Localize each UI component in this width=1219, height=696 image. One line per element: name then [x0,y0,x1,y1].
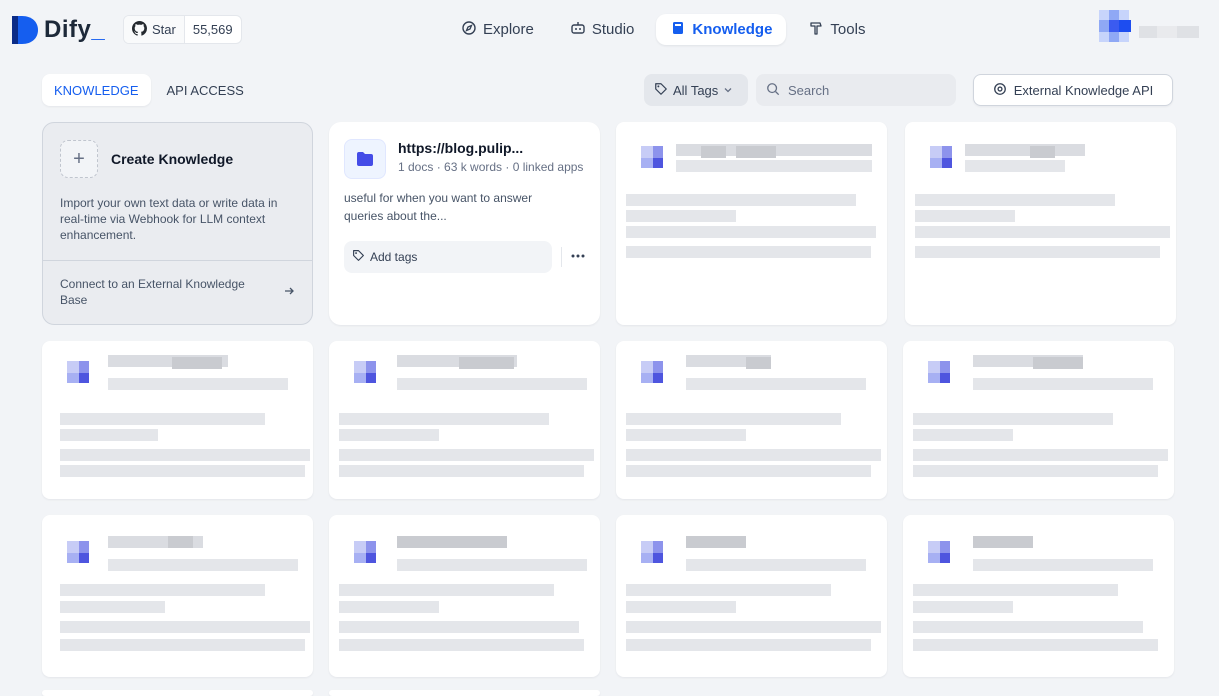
api-connection-icon [993,82,1007,99]
dataset-icon [63,537,101,565]
more-options-icon[interactable] [568,242,588,270]
create-knowledge-description: Import your own text data or write data … [60,196,278,242]
nav-studio[interactable]: Studio [556,14,649,45]
add-tags-label: Add tags [370,250,418,264]
blurred-dataset-card[interactable] [42,515,313,677]
blurred-dataset-card[interactable] [42,690,313,696]
user-avatar-menu[interactable] [1099,10,1209,52]
nav-studio-label: Studio [591,21,635,38]
nav-knowledge[interactable]: Knowledge [656,14,787,45]
external-knowledge-api-label: External Knowledge API [1013,82,1154,98]
dataset-icon [637,357,675,385]
blurred-dataset-card[interactable] [616,341,887,499]
knowledge-tabs: KNOWLEDGE API ACCESS [42,74,256,106]
dataset-icon [924,537,962,565]
connect-external-knowledge-link[interactable]: Connect to an External Knowledge Base [60,276,260,308]
arrow-right-icon [283,285,295,300]
dataset-icon [63,357,101,385]
blurred-dataset-card[interactable] [616,122,887,325]
search-icon [766,82,780,99]
brand-name: Dify [44,16,92,43]
folder-icon [344,139,386,179]
tag-filter-dropdown[interactable]: All Tags [644,74,748,106]
tag-icon [352,249,365,265]
external-knowledge-api-button[interactable]: External Knowledge API [973,74,1173,106]
create-knowledge-card[interactable]: + Create Knowledge Import your own text … [42,122,313,325]
create-knowledge-title: Create Knowledge [111,151,234,167]
robot-icon [570,20,586,40]
dataset-name: https://blog.pulip... [398,140,524,156]
dataset-card[interactable]: https://blog.pulip... 1 docs · 63 k word… [329,122,600,325]
star-label: Star [152,22,176,37]
search-box [756,74,956,106]
blurred-dataset-card[interactable] [903,515,1174,677]
tag-filter-label: All Tags [673,82,719,98]
dify-logo[interactable]: Dify_ [12,16,105,44]
dataset-meta: 1 docs · 63 k words · 0 linked apps [398,160,584,174]
blurred-dataset-card[interactable] [42,341,313,499]
blurred-dataset-card[interactable] [903,341,1174,499]
compass-icon [461,20,477,40]
dify-logo-icon [12,16,38,44]
star-count: 55,569 [192,22,233,37]
nav-tools-label: Tools [830,21,866,38]
tab-knowledge[interactable]: KNOWLEDGE [42,74,151,106]
dataset-icon [926,142,964,170]
github-icon [132,20,147,39]
dataset-icon [637,537,675,565]
blurred-dataset-card[interactable] [329,341,600,499]
blurred-dataset-card[interactable] [329,690,600,696]
github-star-button[interactable]: Star 55,569 [123,15,242,44]
chevron-down-icon [723,83,733,98]
add-tags-button[interactable]: Add tags [344,241,552,273]
main-nav: Explore Studio Knowledge Tools [447,14,879,45]
nav-knowledge-label: Knowledge [692,21,773,38]
nav-explore-label: Explore [483,21,534,38]
blurred-dataset-card[interactable] [329,515,600,677]
hammer-icon [808,20,824,40]
tag-icon [654,82,668,99]
brand-underscore: _ [91,16,106,43]
divider [561,247,562,267]
divider [43,260,312,261]
dataset-icon [350,357,388,385]
nav-tools[interactable]: Tools [794,14,879,45]
blurred-dataset-card[interactable] [905,122,1176,325]
dataset-icon [924,357,962,385]
search-input[interactable] [788,82,938,98]
dataset-icon [637,142,675,170]
plus-icon: + [60,140,98,178]
nav-explore[interactable]: Explore [447,14,548,45]
tab-api-access[interactable]: API ACCESS [155,74,256,106]
blurred-dataset-card[interactable] [616,515,887,677]
top-navigation: Dify_ Star 55,569 Explore Studio Knowled… [0,0,1219,58]
dataset-description: useful for when you want to answer queri… [344,191,533,223]
dataset-icon [350,537,388,565]
book-icon [670,20,686,40]
